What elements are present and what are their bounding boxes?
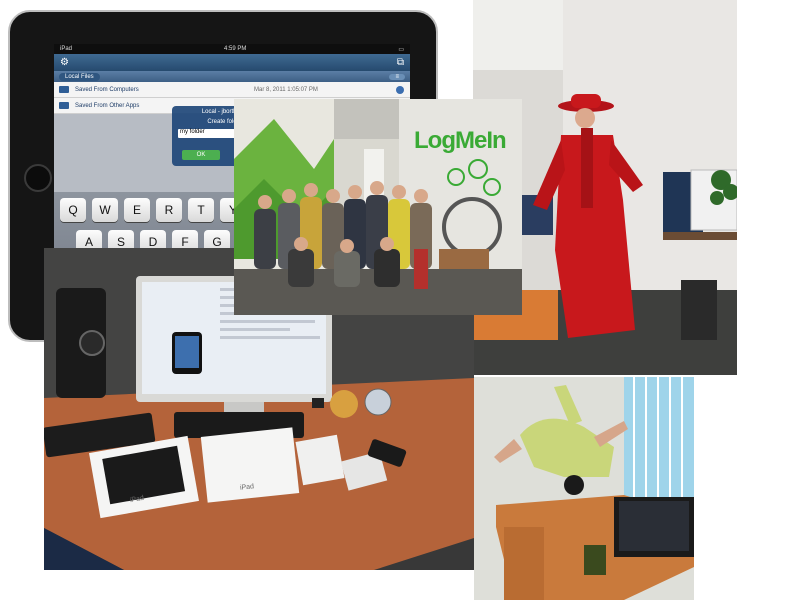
key[interactable]: E	[124, 198, 150, 222]
copy-icon[interactable]: ⧉	[397, 57, 404, 68]
app-toolbar: ⚙ ⧉	[54, 54, 410, 71]
file-date: Mar 8, 2011 1:05:07 PM	[254, 86, 318, 93]
battery-icon: ▭	[398, 46, 404, 53]
clock-label: 4:59 PM	[223, 46, 247, 52]
tab-local-files[interactable]: Local Files	[59, 72, 100, 81]
headstand-photo	[474, 377, 694, 600]
carrier-label: iPad	[60, 46, 73, 52]
settings-icon[interactable]: ⚙	[60, 57, 69, 68]
folder-icon	[59, 86, 69, 93]
ok-button[interactable]: OK	[182, 150, 220, 160]
tab-bar: Local Files ≡	[54, 71, 410, 82]
logmein-logo: LogMeIn	[414, 127, 507, 154]
headstand-scene	[474, 377, 694, 600]
team-photo: LogMeIn	[234, 99, 522, 315]
menu-icon[interactable]: ≡	[389, 73, 405, 80]
key[interactable]: W	[92, 198, 118, 222]
folder-icon	[59, 102, 69, 109]
key[interactable]: R	[156, 198, 182, 222]
key[interactable]: Q	[60, 198, 86, 222]
file-name: Saved From Computers	[75, 86, 139, 93]
list-item[interactable]: Saved From Computers Mar 8, 2011 1:05:07…	[54, 82, 410, 98]
box-label: iPad	[239, 483, 255, 492]
key[interactable]: T	[188, 198, 214, 222]
file-name: Saved From Other Apps	[75, 102, 140, 109]
home-button	[24, 164, 52, 192]
status-bar: iPad 4:59 PM ▭	[54, 44, 410, 54]
info-icon[interactable]	[396, 85, 404, 94]
